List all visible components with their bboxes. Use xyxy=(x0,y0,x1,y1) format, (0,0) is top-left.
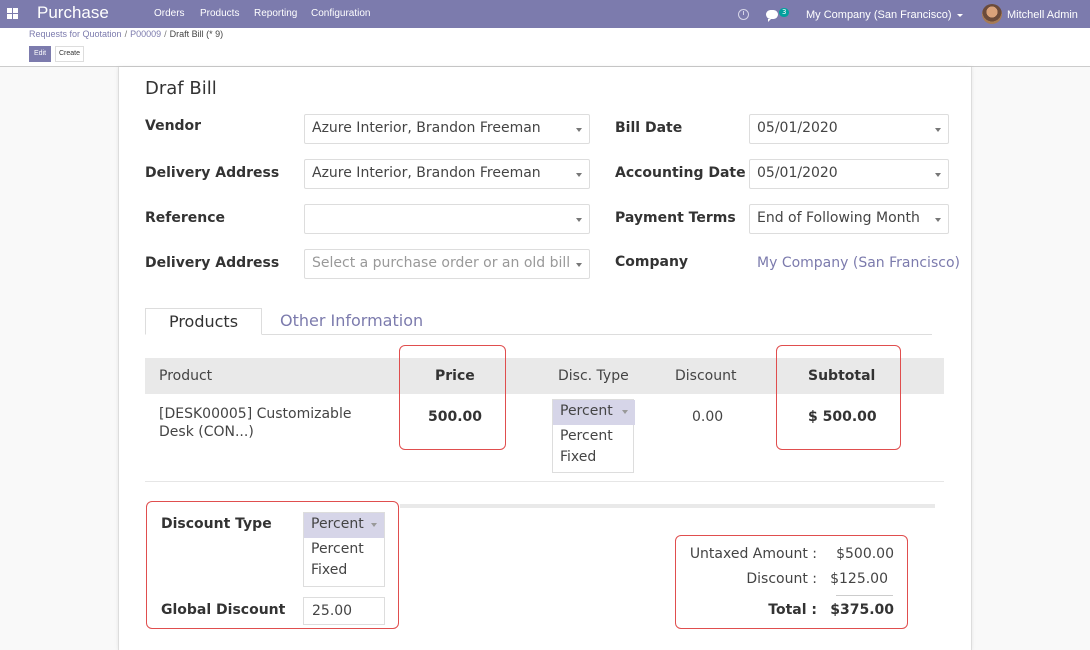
delivery-address-label: Delivery Address xyxy=(145,165,280,181)
breadcrumb-po[interactable]: P00009 xyxy=(130,29,161,39)
menu-orders[interactable]: Orders xyxy=(154,8,185,19)
vendor-value: Azure Interior, Brandon Freeman xyxy=(312,120,541,136)
tabs-divider xyxy=(145,334,932,335)
subtotal-column-highlight xyxy=(776,345,901,450)
breadcrumb: Requests for Quotation / P00009/Draft Bill… xyxy=(29,29,224,39)
form-sheet: Draf Bill Vendor Azure Interior, Brandon… xyxy=(118,67,972,650)
company-link[interactable]: My Company (San Francisco) xyxy=(757,255,960,271)
chevron-down-icon xyxy=(576,263,582,267)
breadcrumb-current: Draft Bill (* 9) xyxy=(169,29,224,39)
chevron-down-icon xyxy=(576,173,582,177)
accounting-date-value: 05/01/2020 xyxy=(757,165,838,181)
untaxed-amount-label: Untaxed Amount : xyxy=(689,546,817,562)
global-discount-type-select[interactable]: Percent Percent Fixed xyxy=(303,512,385,587)
breadcrumb-rfq[interactable]: Requests for Quotation xyxy=(29,29,122,39)
delivery-address-2-label: Delivery Address xyxy=(145,255,280,271)
chevron-down-icon xyxy=(956,13,963,17)
purchase-order-placeholder: Select a purchase order or an old bill xyxy=(312,255,571,271)
price-column-highlight xyxy=(399,345,506,450)
chevron-down-icon xyxy=(935,128,941,132)
user-avatar[interactable] xyxy=(982,4,1002,24)
chevron-down-icon xyxy=(576,128,582,132)
totals-divider xyxy=(836,595,893,596)
page-title: Draf Bill xyxy=(145,78,217,99)
payment-terms-select[interactable]: End of Following Month xyxy=(749,204,949,234)
accounting-date-field[interactable]: 05/01/2020 xyxy=(749,159,949,189)
company-switcher-label: My Company (San Francisco) xyxy=(806,9,952,21)
row-divider xyxy=(145,481,944,482)
discount-type-label: Discount Type xyxy=(161,516,272,532)
bill-date-label: Bill Date xyxy=(615,120,683,136)
global-discount-option-percent[interactable]: Percent xyxy=(311,541,364,557)
app-brand[interactable]: Purchase xyxy=(37,3,109,23)
col-disc-type[interactable]: Disc. Type xyxy=(558,368,629,384)
chat-count-badge: 3 xyxy=(779,8,790,17)
tab-products[interactable]: Products xyxy=(145,308,262,335)
row-disc-type-selected-label: Percent xyxy=(560,403,613,419)
col-product[interactable]: Product xyxy=(159,368,212,384)
company-label: Company xyxy=(615,254,689,270)
untaxed-amount-value: $500.00 xyxy=(836,546,894,562)
col-discount[interactable]: Discount xyxy=(675,368,736,384)
row-product-line1[interactable]: [DESK00005] Customizable xyxy=(159,406,351,422)
row-disc-option-fixed[interactable]: Fixed xyxy=(560,449,596,465)
chevron-down-icon xyxy=(576,218,582,222)
total-label: Total : xyxy=(768,602,817,618)
create-button[interactable]: Create xyxy=(55,46,84,62)
global-discount-option-fixed[interactable]: Fixed xyxy=(311,562,347,578)
row-disc-type-selected[interactable]: Percent xyxy=(553,400,635,425)
reference-select[interactable] xyxy=(304,204,590,234)
global-discount-label: Global Discount xyxy=(161,602,286,618)
chevron-down-icon xyxy=(935,218,941,222)
discount-total-label: Discount : xyxy=(746,571,817,587)
user-menu[interactable]: Mitchell Admin xyxy=(1007,9,1078,21)
control-panel: Requests for Quotation / P00009/Draft Bill… xyxy=(0,28,1090,67)
total-value: $375.00 xyxy=(830,602,894,618)
row-disc-type-select[interactable]: Percent Percent Fixed xyxy=(552,399,635,473)
menu-products[interactable]: Products xyxy=(200,8,239,19)
top-navbar: Purchase Orders Products Reporting Confi… xyxy=(0,0,1090,28)
delivery-address-select[interactable]: Azure Interior, Brandon Freeman xyxy=(304,159,590,189)
activity-clock-icon[interactable] xyxy=(738,9,749,20)
chat-icon[interactable] xyxy=(766,10,778,22)
chevron-down-icon xyxy=(371,523,377,527)
global-discount-input[interactable]: 25.00 xyxy=(303,597,385,625)
vendor-label: Vendor xyxy=(145,118,202,134)
accounting-date-label: Accounting Date xyxy=(615,165,746,181)
row-product-line2[interactable]: Desk (CON...) xyxy=(159,424,254,440)
menu-reporting[interactable]: Reporting xyxy=(254,8,297,19)
purchase-order-select[interactable]: Select a purchase order or an old bill xyxy=(304,249,590,279)
payment-terms-value: End of Following Month xyxy=(757,210,920,226)
discount-total-value: $125.00 xyxy=(830,571,888,587)
chevron-down-icon xyxy=(622,410,628,414)
bill-date-field[interactable]: 05/01/2020 xyxy=(749,114,949,144)
edit-button[interactable]: Edit xyxy=(29,46,51,62)
menu-configuration[interactable]: Configuration xyxy=(311,8,370,19)
bill-date-value: 05/01/2020 xyxy=(757,120,838,136)
chevron-down-icon xyxy=(935,173,941,177)
section-separator xyxy=(400,504,935,508)
company-switcher[interactable]: My Company (San Francisco) xyxy=(806,9,963,21)
reference-label: Reference xyxy=(145,210,226,226)
delivery-address-value: Azure Interior, Brandon Freeman xyxy=(312,165,541,181)
row-discount[interactable]: 0.00 xyxy=(692,409,723,425)
vendor-select[interactable]: Azure Interior, Brandon Freeman xyxy=(304,114,590,144)
payment-terms-label: Payment Terms xyxy=(615,210,736,226)
global-discount-type-selected-label: Percent xyxy=(311,516,364,532)
apps-menu-icon[interactable] xyxy=(7,8,18,19)
global-discount-type-selected[interactable]: Percent xyxy=(304,513,384,538)
tab-other-information[interactable]: Other Information xyxy=(280,311,423,330)
row-disc-option-percent[interactable]: Percent xyxy=(560,428,613,444)
